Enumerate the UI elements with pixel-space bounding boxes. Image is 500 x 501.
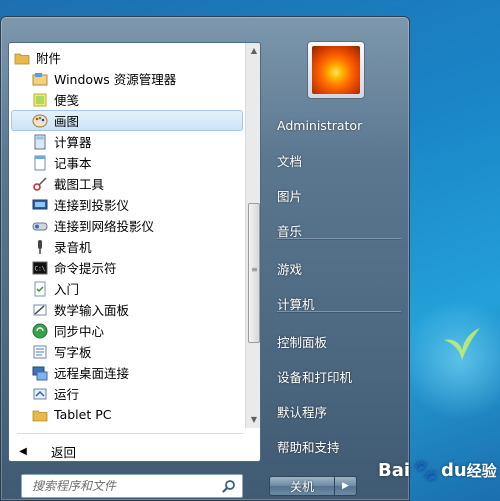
program-item[interactable]: 计算器: [11, 131, 243, 152]
program-item[interactable]: 便笺: [11, 89, 243, 110]
right-item[interactable]: 游戏: [269, 255, 401, 281]
program-item[interactable]: 连接到投影仪: [11, 194, 243, 215]
snipping-tool-icon: [33, 176, 47, 191]
program-label: 记事本: [54, 156, 92, 171]
program-label: 入门: [54, 282, 80, 297]
program-item[interactable]: 画图: [11, 110, 243, 131]
shutdown-options-arrow-icon[interactable]: ▶: [335, 476, 357, 496]
right-item[interactable]: 控制面板: [269, 328, 401, 354]
right-item[interactable]: 默认程序: [269, 398, 401, 424]
avatar[interactable]: [307, 41, 365, 99]
paw-icon: 🐾: [413, 458, 438, 482]
shutdown-button[interactable]: 关机: [269, 476, 335, 496]
program-label: 同步中心: [54, 324, 105, 339]
getting-started-icon: [34, 281, 46, 296]
command-prompt-icon: C:\: [32, 261, 48, 274]
svg-text:C:\: C:\: [35, 265, 46, 272]
math-input-icon: [33, 304, 47, 315]
program-label: 便笺: [54, 93, 80, 108]
program-item[interactable]: 录音机: [11, 236, 243, 257]
back-arrow-icon: ◀: [19, 445, 27, 457]
notepad-icon: [34, 155, 46, 170]
program-label: 远程桌面连接: [54, 366, 130, 381]
program-label: 运行: [54, 387, 80, 402]
right-item[interactable]: 计算机: [269, 290, 401, 316]
program-item[interactable]: 附件: [11, 47, 243, 68]
scroll-up-arrow-icon[interactable]: ▲: [246, 43, 260, 59]
search-input[interactable]: [32, 476, 212, 496]
sync-center-icon: [32, 323, 48, 338]
wallpaper-leaf-icon: [444, 328, 480, 360]
program-item[interactable]: 连接到网络投影仪: [11, 215, 243, 236]
program-item[interactable]: 远程桌面连接: [11, 362, 243, 383]
program-label: 命令提示符: [54, 261, 117, 276]
program-item[interactable]: 入门: [11, 278, 243, 299]
search-box[interactable]: [21, 474, 243, 498]
run-icon: [33, 388, 47, 399]
microphone-icon: [38, 239, 42, 254]
projector-icon: [32, 199, 48, 209]
program-label: 截图工具: [54, 177, 105, 192]
program-item[interactable]: 数学输入面板: [11, 299, 243, 320]
watermark-brand2: du: [440, 459, 467, 481]
folder-icon: [14, 53, 30, 64]
right-pane-separator: [277, 238, 401, 239]
sticky-notes-icon: [33, 93, 47, 106]
right-item[interactable]: 设备和打印机: [269, 363, 401, 389]
program-label: 写字板: [54, 345, 92, 360]
program-label: 连接到投影仪: [54, 198, 130, 213]
start-menu: 附件 Windows 资源管理器 便笺画图计算器记事本截图工具连接到投影仪连接到网络…: [0, 16, 410, 501]
program-list: 附件 Windows 资源管理器 便笺画图计算器记事本截图工具连接到投影仪连接到网络…: [9, 43, 245, 428]
programs-pane: 附件 Windows 资源管理器 便笺画图计算器记事本截图工具连接到投影仪连接到网络…: [8, 42, 261, 462]
program-label: 录音机: [54, 240, 92, 255]
right-pane-separator: [277, 311, 401, 312]
remote-desktop-icon: [32, 366, 48, 380]
scroll-thumb[interactable]: ≡: [248, 203, 260, 343]
baidu-watermark: Bai 🐾 du 经验: [378, 452, 497, 488]
shutdown-label: 关机: [289, 479, 314, 494]
right-item[interactable]: 音乐: [269, 217, 401, 243]
right-item[interactable]: Administrator: [269, 112, 401, 138]
program-item[interactable]: Tablet PC: [11, 404, 243, 425]
program-label: 数学输入面板: [54, 303, 130, 318]
programs-scrollbar[interactable]: ▲ ≡ ▼: [245, 43, 260, 428]
program-item[interactable]: 截图工具: [11, 173, 243, 194]
watermark-cn: 经验: [466, 461, 497, 480]
program-item[interactable]: 记事本: [11, 152, 243, 173]
program-label: 附件: [36, 51, 62, 66]
network-projector-icon: [32, 222, 48, 230]
search-icon[interactable]: [222, 479, 236, 493]
flower-avatar-image: [312, 46, 360, 94]
right-item[interactable]: 图片: [269, 182, 401, 208]
back-label: 返回: [51, 444, 77, 460]
program-item[interactable]: Windows 资源管理器: [11, 68, 243, 89]
program-item[interactable]: 写字板: [11, 341, 243, 362]
wordpad-icon: [33, 345, 47, 358]
program-item[interactable]: C:\ 命令提示符: [11, 257, 243, 278]
program-item[interactable]: 运行: [11, 383, 243, 404]
program-label: 画图: [54, 114, 80, 129]
explorer-icon: [32, 72, 48, 85]
program-label: Windows 资源管理器: [54, 72, 177, 87]
calculator-icon: [34, 134, 46, 149]
program-label: Tablet PC: [54, 407, 112, 422]
watermark-brand: Bai: [378, 459, 411, 481]
paint-icon: [32, 114, 48, 127]
program-label: 连接到网络投影仪: [54, 219, 155, 234]
right-item[interactable]: 文档: [269, 147, 401, 173]
program-label: 计算器: [54, 135, 92, 150]
scroll-down-arrow-icon[interactable]: ▼: [246, 412, 260, 428]
scroll-grip-icon: ≡: [251, 265, 258, 274]
back-button[interactable]: ◀ 返回: [13, 439, 241, 461]
folder-icon: [32, 410, 48, 421]
divider: [17, 433, 243, 434]
program-item[interactable]: 同步中心: [11, 320, 243, 341]
